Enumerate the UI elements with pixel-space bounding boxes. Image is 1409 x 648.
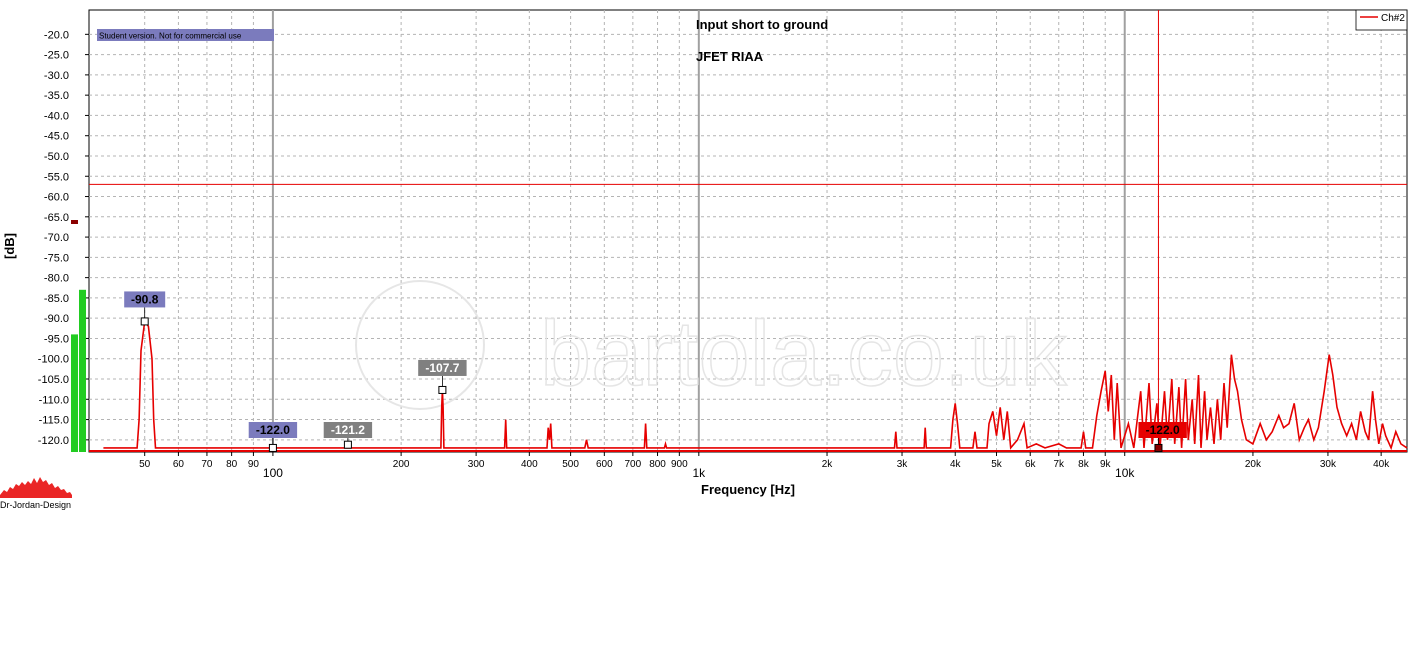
- level-meters: [71, 289, 86, 452]
- x-axis-title: Frequency [Hz]: [701, 482, 795, 497]
- marker-label: -122.0: [1146, 423, 1180, 437]
- marker-handle[interactable]: [343, 440, 352, 449]
- x-tick-label: 600: [596, 459, 613, 470]
- marker-handle[interactable]: [268, 443, 277, 452]
- marker-label: -107.7: [425, 361, 459, 375]
- x-tick-label: 700: [624, 459, 641, 470]
- annotation-input-short: Input short to ground: [696, 17, 828, 32]
- y-tick-label: -120.0: [38, 435, 69, 447]
- y-tick-label: -105.0: [38, 374, 69, 386]
- x-tick-label: 800: [649, 459, 666, 470]
- x-tick-label: 4k: [950, 459, 962, 470]
- y-tick-label: -95.0: [44, 333, 69, 345]
- y-tick-label: -65.0: [44, 212, 69, 224]
- x-tick-label: 9k: [1100, 459, 1112, 470]
- y-tick-label: -30.0: [44, 70, 69, 82]
- legend-label-ch2: Ch#2: [1381, 13, 1405, 24]
- y-tick-label: -115.0: [39, 415, 69, 427]
- x-tick-label: 400: [521, 459, 538, 470]
- y-tick-label: -55.0: [44, 171, 69, 183]
- y-axis-title: [dB]: [2, 233, 17, 259]
- student-banner: Student version. Not for commercial use: [99, 32, 242, 41]
- marker-label: -121.2: [331, 423, 365, 437]
- x-tick-label: 10k: [1115, 466, 1135, 480]
- x-tick-label: 3k: [897, 459, 909, 470]
- x-tick-label: 30k: [1320, 459, 1337, 470]
- x-tick-label: 300: [468, 459, 485, 470]
- x-tick-label: 5k: [991, 459, 1003, 470]
- watermark-text: bartola.co.uk: [540, 303, 1068, 405]
- x-tick-label: 20k: [1245, 459, 1262, 470]
- y-tick-label: -75.0: [44, 252, 69, 264]
- y-axis-level-marker[interactable]: [71, 220, 78, 224]
- level-meter-bar: [79, 289, 86, 452]
- brand-logo: Dr-Jordan-Design: [0, 477, 72, 510]
- marker-label: -90.8: [131, 292, 159, 306]
- x-tick-label: 70: [201, 459, 213, 470]
- level-meter-bar: [71, 334, 78, 452]
- x-tick-label: 40k: [1373, 459, 1390, 470]
- x-tick-label: 80: [226, 459, 238, 470]
- legend: Ch#2: [1355, 9, 1408, 31]
- marker-handle[interactable]: [1154, 443, 1163, 452]
- y-tick-label: -50.0: [44, 151, 69, 163]
- x-tick-label: 500: [562, 459, 579, 470]
- y-tick-label: -90.0: [44, 313, 69, 325]
- spectrum-chart: -20.0 -25.0 -30.0 -35.0 -40.0 -45.0 -50.0 -55.0…: [0, 9, 1408, 510]
- x-tick-label: 8k: [1078, 459, 1090, 470]
- y-tick-label: -45.0: [44, 131, 69, 143]
- x-axis: 50 60 70 80 90100 200 300 400 500 600 700 800 900 1k 2…: [139, 452, 1390, 480]
- x-tick-label: 7k: [1053, 459, 1065, 470]
- y-tick-label: -35.0: [44, 90, 69, 102]
- x-tick-label: 100: [263, 466, 283, 480]
- y-tick-label: -80.0: [44, 273, 69, 285]
- x-tick-label: 90: [248, 459, 260, 470]
- y-tick-label: -25.0: [44, 50, 69, 62]
- x-tick-label: 60: [173, 459, 185, 470]
- x-tick-label: 900: [671, 459, 688, 470]
- x-tick-label: 50: [139, 459, 151, 470]
- marker-handle[interactable]: [140, 317, 149, 326]
- y-tick-label: -40.0: [44, 110, 69, 122]
- y-tick-label: -110.0: [39, 394, 69, 406]
- x-tick-label: 2k: [822, 459, 834, 470]
- y-tick-label: -20.0: [44, 29, 69, 41]
- brand-waveform-icon: [0, 477, 72, 498]
- y-tick-label: -70.0: [44, 232, 69, 244]
- brand-name: Dr-Jordan-Design: [0, 500, 71, 510]
- x-tick-label: 200: [393, 459, 410, 470]
- y-tick-label: -100.0: [38, 354, 69, 366]
- y-tick-label: -60.0: [44, 192, 69, 204]
- x-tick-label: 6k: [1025, 459, 1037, 470]
- y-tick-label: -85.0: [44, 293, 69, 305]
- annotation-jfet-riaa: JFET RIAA: [696, 49, 764, 64]
- x-tick-label: 1k: [692, 466, 706, 480]
- marker-label: -122.0: [256, 423, 290, 437]
- marker-handle[interactable]: [438, 385, 447, 394]
